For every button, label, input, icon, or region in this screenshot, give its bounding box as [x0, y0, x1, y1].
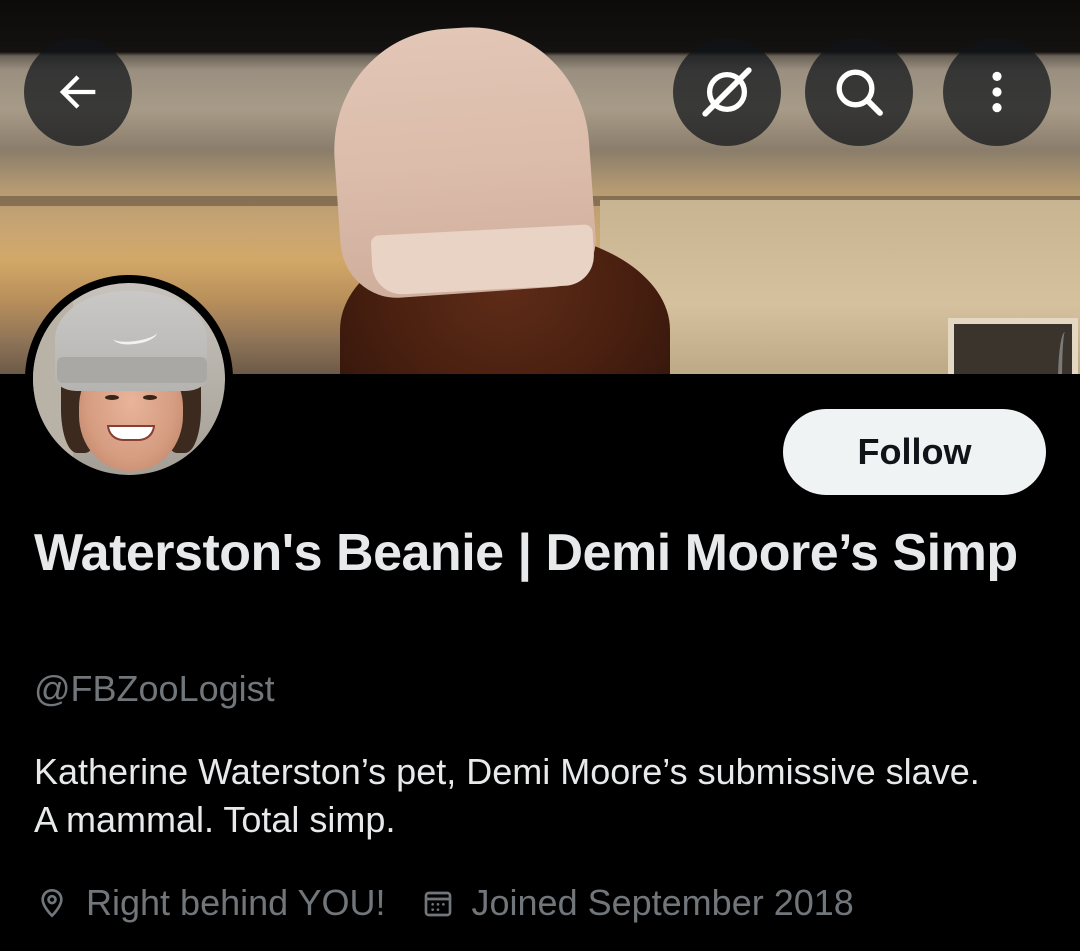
avatar-eye-right — [143, 395, 157, 400]
grok-button[interactable] — [673, 38, 781, 146]
more-vertical-icon — [992, 71, 1002, 113]
arrow-left-icon — [59, 75, 96, 109]
joined-item: Joined September 2018 — [420, 880, 854, 926]
follow-button[interactable]: Follow — [783, 409, 1046, 495]
avatar-photo — [33, 283, 225, 475]
profile-avatar[interactable] — [25, 275, 233, 483]
more-options-button[interactable] — [943, 38, 1051, 146]
avatar-eye-left — [105, 395, 119, 400]
grok-icon — [702, 67, 752, 117]
display-name: Waterston's Beanie | Demi Moore’s Simp — [34, 524, 1018, 582]
profile-bio: Katherine Waterston’s pet, Demi Moore’s … — [34, 751, 980, 840]
calendar-icon — [420, 885, 456, 921]
joined-text: Joined September 2018 — [471, 882, 854, 923]
location-pin-icon — [34, 885, 70, 921]
location-text: Right behind YOU! — [86, 882, 386, 923]
avatar-beanie-cuff — [57, 357, 207, 383]
search-button[interactable] — [805, 38, 913, 146]
location-item: Right behind YOU! — [34, 880, 386, 926]
back-button[interactable] — [24, 38, 132, 146]
user-handle: @FBZooLogist — [34, 668, 275, 709]
profile-meta: Right behind YOU! Joined September 2018 — [34, 880, 888, 926]
banner-beanie-cuff — [370, 224, 596, 296]
search-icon — [836, 69, 883, 116]
